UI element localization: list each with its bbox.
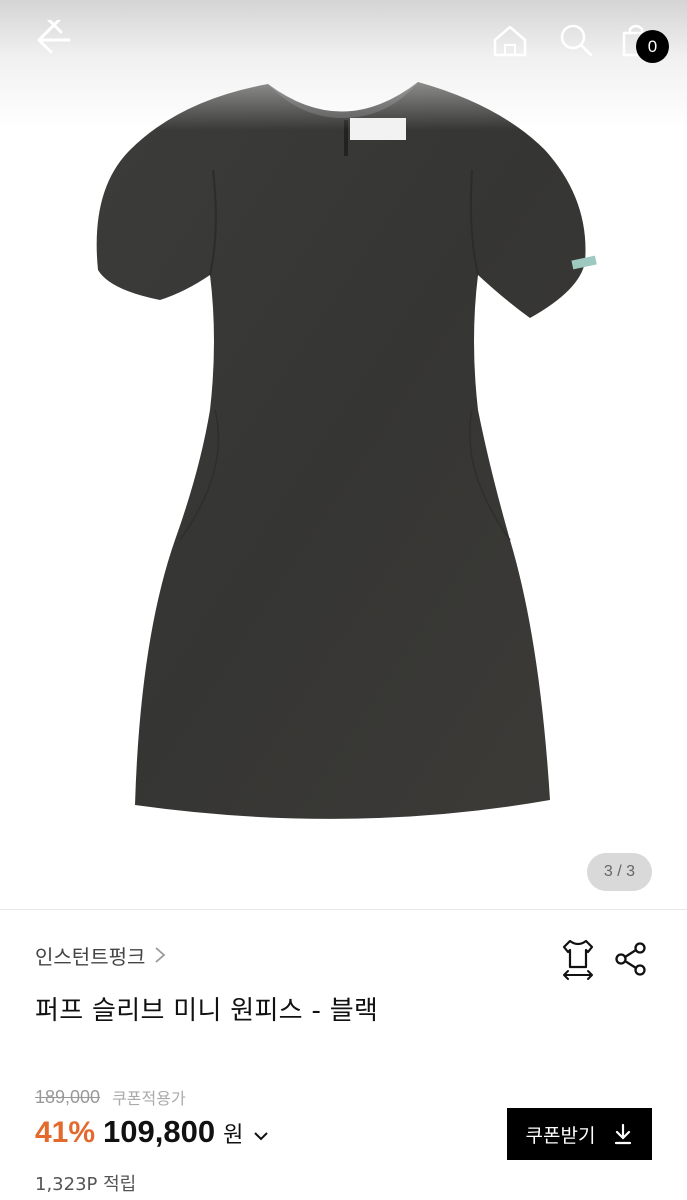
reward-points: 1,323P 적립 — [35, 1174, 137, 1195]
chevron-down-icon[interactable] — [253, 1130, 269, 1142]
back-arrow-icon — [37, 20, 71, 54]
size-guide-icon — [562, 939, 594, 980]
get-coupon-button[interactable]: 쿠폰받기 — [507, 1108, 652, 1160]
product-image-gallery[interactable]: 0 3 / 3 — [0, 0, 687, 910]
share-button[interactable] — [612, 940, 650, 978]
home-button[interactable] — [488, 18, 532, 62]
sale-price: 109,800 — [103, 1114, 216, 1149]
back-button[interactable] — [28, 18, 78, 62]
image-page-indicator: 3 / 3 — [587, 853, 652, 891]
brand-name: 인스턴트펑크 — [35, 944, 146, 969]
product-image — [96, 82, 597, 819]
coupon-price-label: 쿠폰적용가 — [112, 1089, 186, 1108]
get-coupon-label: 쿠폰받기 — [525, 1124, 596, 1147]
discount-rate: 41% — [35, 1116, 96, 1149]
search-button[interactable] — [554, 18, 598, 62]
product-title: 퍼프 슬리브 미니 원피스 - 블랙 — [35, 996, 379, 1026]
download-icon — [615, 1123, 632, 1145]
home-icon — [493, 25, 527, 57]
size-guide-button[interactable] — [558, 937, 598, 981]
section-divider — [0, 909, 687, 910]
share-icon — [615, 942, 646, 976]
original-price: 189,000 — [35, 1086, 101, 1107]
chevron-right-icon — [155, 947, 166, 963]
price-row[interactable]: 41% 109,800 원 — [35, 1114, 269, 1150]
brand-link[interactable]: 인스턴트펑크 — [35, 940, 167, 970]
search-icon — [560, 24, 593, 57]
currency-unit: 원 — [223, 1123, 244, 1148]
original-price-row: 189,000 쿠폰적용가 — [35, 1085, 186, 1109]
cart-count-badge: 0 — [636, 30, 669, 63]
